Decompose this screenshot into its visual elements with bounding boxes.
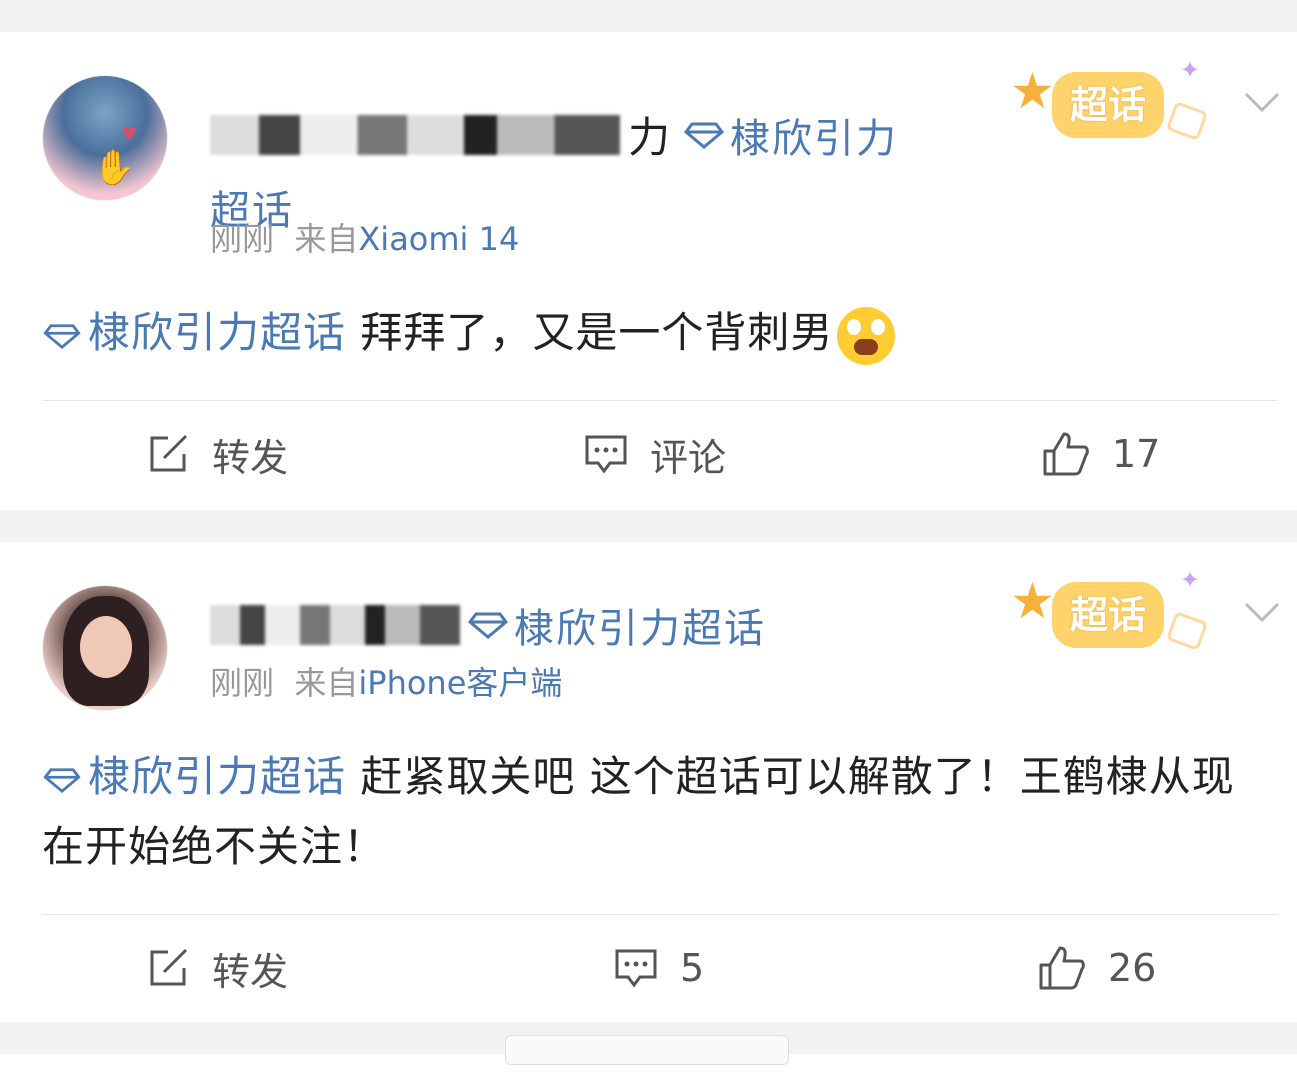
supertopic-badge[interactable]: ★ 超话 ✦	[1010, 56, 1210, 162]
post-card: ♥ ✋ 力 棣欣引力 超话 刚刚 来自Xiaomi 14 ★ 超话 ✦ 棣欣引力…	[0, 32, 1297, 510]
blurred-username	[210, 605, 460, 645]
comment-icon	[615, 949, 657, 988]
like-button[interactable]: 17	[1042, 424, 1160, 484]
badge-label: 超话	[1052, 72, 1164, 138]
star-icon: ★	[1010, 572, 1055, 630]
content-topic-link[interactable]: 棣欣引力超话	[88, 752, 346, 801]
post-card: 棣欣引力超话 刚刚 来自iPhone客户端 ★ 超话 ✦ 棣欣引力超话 赶紧取关…	[0, 542, 1297, 1022]
comment-icon	[585, 435, 627, 474]
topic-link[interactable]: 棣欣引力	[730, 106, 898, 164]
post-time: 刚刚	[210, 664, 275, 702]
post-content: 棣欣引力超话 赶紧取关吧 这个超话可以解散了！王鹤棣从现在开始绝不关注！	[42, 742, 1273, 882]
avatar-face	[80, 616, 132, 678]
username-suffix: 力	[628, 113, 671, 162]
repost-icon	[150, 434, 188, 472]
comment-count: 5	[680, 946, 705, 990]
avatar[interactable]: ♥ ✋	[42, 75, 168, 201]
repost-button[interactable]: 转发	[148, 424, 288, 484]
avatar[interactable]	[42, 585, 168, 711]
user-name-line[interactable]: 力 棣欣引力	[210, 104, 898, 165]
user-name-line[interactable]: 棣欣引力超话	[210, 596, 766, 654]
repost-icon	[150, 948, 188, 986]
repost-label: 转发	[212, 949, 289, 994]
gem-icon	[1165, 101, 1209, 141]
blurred-username	[210, 114, 620, 155]
from-label: 来自	[294, 664, 359, 702]
diamond-icon	[684, 122, 725, 149]
post-content: 棣欣引力超话 拜拜了，又是一个背刺男	[42, 298, 1273, 368]
post-meta: 刚刚 来自Xiaomi 14	[210, 214, 519, 260]
repost-label: 转发	[212, 435, 289, 480]
comment-label: 评论	[650, 435, 727, 480]
diamond-icon	[468, 612, 508, 639]
topic-link[interactable]: 棣欣引力超话	[514, 596, 766, 654]
sparkle-icon: ✦	[1180, 56, 1201, 84]
watermark-pill	[505, 1035, 789, 1065]
post-time: 刚刚	[210, 220, 275, 258]
supertopic-badge[interactable]: ★ 超话 ✦	[1010, 566, 1210, 672]
post-source[interactable]: Xiaomi 14	[358, 220, 519, 258]
comment-button[interactable]: 评论	[584, 424, 726, 484]
content-topic-link[interactable]: 棣欣引力超话	[88, 308, 346, 357]
crying-emoji-icon	[837, 306, 896, 365]
comment-button[interactable]: 5	[614, 938, 704, 998]
badge-label: 超话	[1052, 582, 1164, 648]
thumbs-up-icon	[1043, 432, 1089, 476]
divider	[42, 914, 1278, 915]
repost-button[interactable]: 转发	[148, 938, 288, 998]
divider	[42, 400, 1278, 401]
post-meta: 刚刚 来自iPhone客户端	[210, 658, 562, 704]
gem-icon	[1165, 611, 1209, 651]
action-bar: 转发 5 26	[0, 938, 1297, 998]
hand-icon: ✋	[93, 148, 136, 188]
sparkle-icon: ✦	[1180, 566, 1201, 594]
post-source[interactable]: iPhone客户端	[358, 664, 562, 702]
chevron-down-icon[interactable]	[1242, 598, 1282, 626]
like-count: 26	[1108, 946, 1157, 990]
diamond-icon	[43, 323, 81, 349]
content-text: 拜拜了，又是一个背刺男	[346, 308, 834, 357]
chevron-down-icon[interactable]	[1242, 88, 1282, 116]
star-icon: ★	[1010, 62, 1055, 120]
from-label: 来自	[294, 220, 359, 258]
thumbs-up-icon	[1039, 946, 1085, 990]
like-count: 17	[1112, 432, 1161, 476]
diamond-icon	[43, 767, 81, 793]
heart-icon: ♥	[121, 124, 138, 145]
action-bar: 转发 评论 17	[0, 424, 1297, 484]
like-button[interactable]: 26	[1038, 938, 1156, 998]
